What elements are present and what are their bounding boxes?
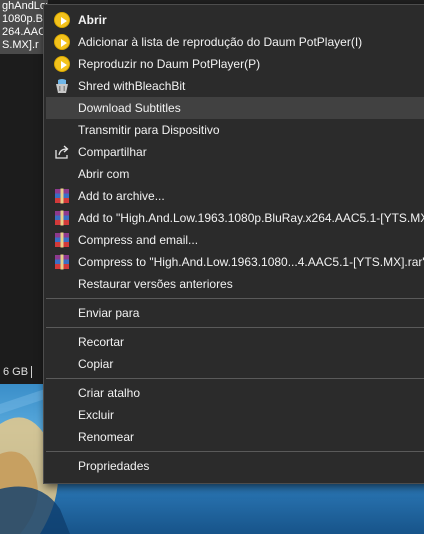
menu-item-open-with[interactable]: Abrir com [46, 163, 424, 185]
menu-item-label: Reproduzir no Daum PotPlayer(P) [78, 57, 261, 71]
file-name-line: ghAndLow.1963 [2, 0, 48, 12]
menu-separator [46, 327, 424, 328]
file-name-line: 264.AAC5 [2, 26, 48, 38]
menu-item-label: Add to archive... [78, 189, 165, 203]
menu-separator [46, 451, 424, 452]
menu-item-cast-to-device[interactable]: Transmitir para Dispositivo [46, 119, 424, 141]
menu-item-label: Compress to "High.And.Low.1963.1080...4.… [78, 255, 424, 269]
status-size: 6 GB [3, 366, 29, 378]
winrar-icon [54, 188, 70, 204]
context-menu: Abrir Adicionar à lista de reprodução do… [43, 4, 424, 484]
selected-file-label[interactable]: ghAndLow.1963 1080p.B 264.AAC5 S.MX].r [0, 0, 48, 54]
menu-item-restore-previous-versions[interactable]: Restaurar versões anteriores [46, 273, 424, 295]
menu-item-label: Copiar [78, 357, 114, 371]
menu-item-download-subtitles[interactable]: Download Subtitles [46, 97, 424, 119]
menu-item-delete[interactable]: Excluir [46, 404, 424, 426]
file-name-line: S.MX].r [2, 39, 39, 51]
menu-item-label: Shred withBleachBit [78, 79, 186, 93]
menu-item-rename[interactable]: Renomear [46, 426, 424, 448]
menu-item-label: Adicionar à lista de reprodução do Daum … [78, 35, 363, 49]
menu-item-send-to[interactable]: Enviar para [46, 302, 424, 324]
menu-item-label: Restaurar versões anteriores [78, 277, 233, 291]
winrar-icon [54, 232, 70, 248]
menu-item-play-in-potplayer[interactable]: Reproduzir no Daum PotPlayer(P) [46, 53, 424, 75]
status-divider [31, 366, 32, 378]
menu-item-abrir[interactable]: Abrir [46, 9, 424, 31]
menu-item-compress-and-email[interactable]: Compress and email... [46, 229, 424, 251]
menu-item-label: Enviar para [78, 306, 140, 320]
menu-item-label: Renomear [78, 430, 135, 444]
menu-item-compress-to-rar-and-email[interactable]: Compress to "High.And.Low.1963.1080...4.… [46, 251, 424, 273]
potplayer-icon [54, 56, 70, 72]
file-name-line: 1080p.B [2, 13, 43, 25]
menu-item-label: Excluir [78, 408, 115, 422]
menu-item-create-shortcut[interactable]: Criar atalho [46, 382, 424, 404]
menu-item-label: Propriedades [78, 459, 150, 473]
bleachbit-icon [54, 78, 70, 94]
menu-item-label: Compress and email... [78, 233, 199, 247]
menu-item-share[interactable]: Compartilhar [46, 141, 424, 163]
potplayer-icon [54, 12, 70, 28]
winrar-icon [54, 254, 70, 270]
menu-item-properties[interactable]: Propriedades [46, 455, 424, 477]
menu-item-label: Add to "High.And.Low.1963.1080p.BluRay.x… [78, 211, 424, 225]
menu-item-label: Criar atalho [78, 386, 141, 400]
menu-separator [46, 298, 424, 299]
menu-item-label: Compartilhar [78, 145, 147, 159]
share-icon [54, 144, 70, 160]
menu-separator [46, 378, 424, 379]
menu-item-label: Download Subtitles [78, 101, 181, 115]
menu-item-cut[interactable]: Recortar [46, 331, 424, 353]
menu-item-copy[interactable]: Copiar [46, 353, 424, 375]
menu-item-label: Abrir [78, 13, 107, 27]
potplayer-icon [54, 34, 70, 50]
menu-item-shred-bleachbit[interactable]: Shred withBleachBit [46, 75, 424, 97]
winrar-icon [54, 210, 70, 226]
menu-item-label: Recortar [78, 335, 125, 349]
menu-item-label: Abrir com [78, 167, 130, 181]
menu-item-add-to-archive[interactable]: Add to archive... [46, 185, 424, 207]
menu-item-label: Transmitir para Dispositivo [78, 123, 220, 137]
menu-item-add-to-named-rar[interactable]: Add to "High.And.Low.1963.1080p.BluRay.x… [46, 207, 424, 229]
menu-item-add-to-potplayer-playlist[interactable]: Adicionar à lista de reprodução do Daum … [46, 31, 424, 53]
